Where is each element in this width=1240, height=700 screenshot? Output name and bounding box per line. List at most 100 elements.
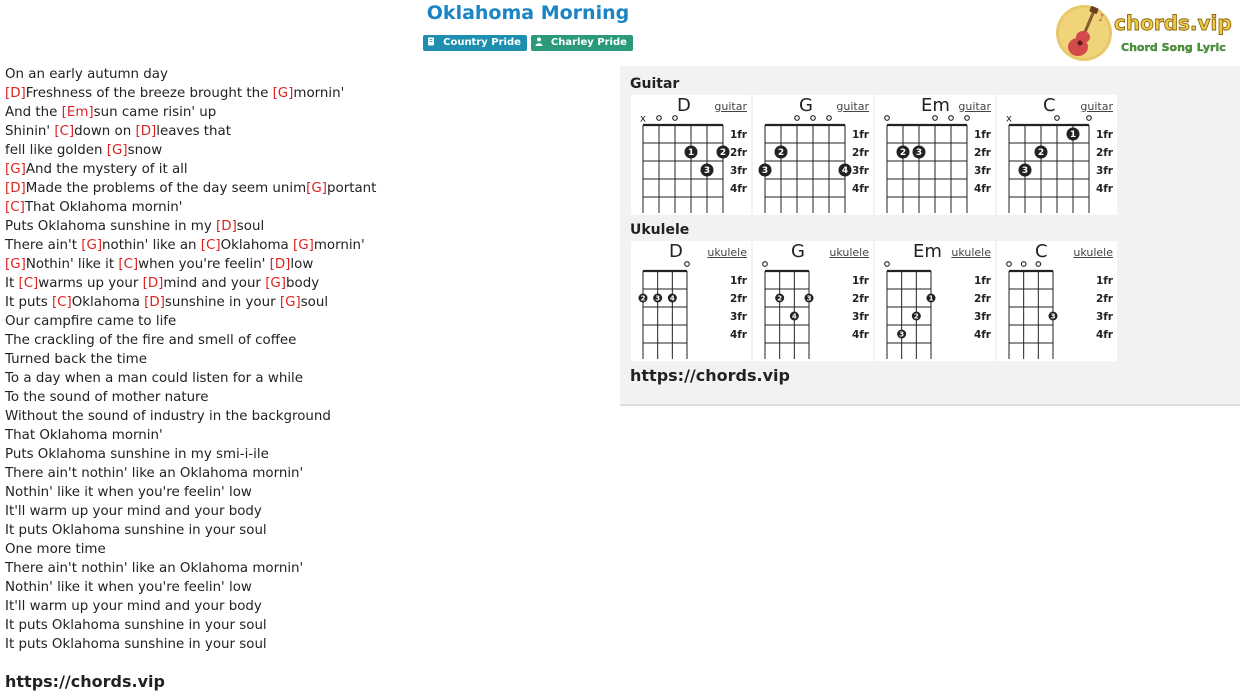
guitar-chord-card[interactable]: 1fr 2fr 3fr 4fr x 1 2 3 Cguitar (997, 95, 1117, 215)
lyric-text: leaves that (156, 124, 232, 139)
fret-label: 2fr (852, 293, 870, 305)
chord-marker[interactable]: [D] (5, 86, 26, 101)
lyric-text: soul (300, 295, 329, 310)
finger-number: 2 (914, 313, 919, 321)
open-string-marker (1086, 115, 1092, 121)
lyric-text: It'll warm up your mind and your body (5, 599, 262, 614)
ukulele-chord-card[interactable]: 1fr 2fr 3fr 4fr 1 2 3 Em ukulele (875, 241, 995, 361)
chord-marker[interactable]: [Em] (62, 105, 94, 120)
ukulele-chord-card[interactable]: 1fr 2fr 3fr 4fr 3 Cukulele (997, 241, 1117, 361)
chord-marker[interactable]: [D] (135, 124, 156, 139)
lyric-line: To the sound of mother nature (5, 388, 605, 407)
lyric-line: [G]Nothin' like it [C]when you're feelin… (5, 255, 605, 274)
panel-source-link[interactable]: https://chords.vip (630, 366, 790, 385)
lyrics-source-link[interactable]: https://chords.vip (5, 672, 165, 691)
chord-marker[interactable]: [D] (270, 257, 291, 272)
ukulele-chord-card[interactable]: 1fr 2fr 3fr 4fr 2 3 4 Gukulele (753, 241, 873, 361)
chord-marker[interactable]: [C] (5, 200, 25, 215)
guitar-chord-link[interactable]: guitar (1080, 100, 1113, 113)
ukulele-chord-card[interactable]: 1fr 2fr 3fr 4fr 2 3 4 Dukulele (631, 241, 751, 361)
guitar-chord-link[interactable]: guitar (958, 100, 991, 113)
chord-marker[interactable]: [G] (280, 295, 301, 310)
guitar-chord-link[interactable]: guitar (836, 100, 869, 113)
chord-marker[interactable]: [G] (293, 238, 314, 253)
lyric-line: It'll warm up your mind and your body (5, 597, 605, 616)
lyric-line: [G]And the mystery of it all (5, 160, 605, 179)
lyric-text: fell like golden (5, 143, 107, 158)
chord-marker[interactable]: [C] (52, 295, 72, 310)
guitar-chord-card[interactable]: 1fr 2fr 3fr 4fr 2 3 Em guitar (875, 95, 995, 215)
chord-marker[interactable]: [D] (144, 295, 165, 310)
guitar-chord-card[interactable]: 1fr 2fr 3fr 4fr 2 3 4 Gguitar (753, 95, 873, 215)
chord-marker[interactable]: [G] (81, 238, 102, 253)
chord-marker[interactable]: [D] (216, 219, 237, 234)
lyric-line: It puts Oklahoma sunshine in your soul (5, 635, 605, 654)
lyric-line: Nothin' like it when you're feelin' low (5, 578, 605, 597)
guitar-chord-card[interactable]: 1fr 2fr 3fr 4fr x 1 2 3 Dguitar (631, 95, 751, 215)
lyric-line: Our campfire came to life (5, 312, 605, 331)
lyric-text: That Oklahoma mornin' (24, 200, 183, 215)
finger-number: 2 (1038, 148, 1044, 158)
chord-marker[interactable]: [C] (201, 238, 221, 253)
artist-badge[interactable]: Charley Pride (530, 35, 633, 51)
open-string-marker (964, 115, 970, 121)
lyric-line: On an early autumn day (5, 65, 605, 84)
chord-marker[interactable]: [G] (5, 257, 26, 272)
open-string-marker (1006, 261, 1012, 267)
lyric-text: It puts Oklahoma sunshine in your soul (5, 523, 267, 538)
lyric-text: mornin' (293, 86, 345, 101)
lyric-text: nothin' like an (102, 238, 201, 253)
ukulele-chord-link[interactable]: ukulele (1073, 246, 1113, 259)
lyric-line: To a day when a man could listen for a w… (5, 369, 605, 388)
chord-panel: Guitar 1fr 2fr 3fr 4fr x 1 2 3 Dguitar 1fr 2fr 3fr 4… (620, 66, 1240, 406)
finger-number: 3 (655, 295, 660, 303)
song-title[interactable]: Oklahoma Morning (0, 2, 1056, 24)
fret-label: 3fr (852, 311, 870, 323)
chord-marker[interactable]: [C] (54, 124, 74, 139)
lyric-text: Shinin' (5, 124, 55, 139)
chord-marker[interactable]: [G] (273, 86, 294, 101)
finger-number: 2 (777, 295, 782, 303)
chord-marker[interactable]: [G] (5, 162, 26, 177)
fret-label: 4fr (974, 183, 992, 195)
lyric-text: mind and your (163, 276, 266, 291)
fret-label: 1fr (974, 129, 992, 141)
chord-marker[interactable]: [G] (107, 143, 128, 158)
ukulele-chord-link[interactable]: ukulele (707, 246, 747, 259)
fret-label: 2fr (974, 293, 992, 305)
fret-label: 3fr (1096, 165, 1114, 177)
finger-number: 1 (929, 295, 934, 303)
ukulele-chord-link[interactable]: ukulele (829, 246, 869, 259)
chord-marker[interactable]: [D] (5, 181, 26, 196)
lyric-text: Turned back the time (5, 352, 147, 367)
chord-marker[interactable]: [G] (306, 181, 327, 196)
chord-marker[interactable]: [C] (118, 257, 138, 272)
open-string-marker (794, 115, 800, 121)
chord-marker[interactable]: [C] (18, 276, 38, 291)
fret-label: 1fr (730, 275, 748, 287)
lyric-text: mornin' (313, 238, 365, 253)
lyric-line: It puts Oklahoma sunshine in your soul (5, 616, 605, 635)
lyric-text: Nothin' like it when you're feelin' low (5, 580, 252, 595)
lyric-text: sun came risin' up (93, 105, 217, 120)
lyric-line: [D]Made the problems of the day seem uni… (5, 179, 605, 198)
lyric-text: It puts Oklahoma sunshine in your soul (5, 618, 267, 633)
finger-number: 3 (1051, 313, 1056, 321)
fret-label: 1fr (852, 129, 870, 141)
open-string-marker (826, 115, 832, 121)
fret-label: 1fr (852, 275, 870, 287)
fret-label: 2fr (1096, 147, 1114, 159)
genre-badge[interactable]: Country Pride (423, 35, 527, 51)
lyric-text: Nothin' like it when you're feelin' low (5, 485, 252, 500)
site-logo[interactable]: ♪ chords.vip Chord Song Lyric (1054, 3, 1234, 63)
guitar-chord-link[interactable]: guitar (714, 100, 747, 113)
chord-marker[interactable]: [D] (143, 276, 164, 291)
fret-label: 2fr (974, 147, 992, 159)
book-icon (428, 37, 435, 46)
open-string-marker (672, 115, 678, 121)
lyric-text: Without the sound of industry in the bac… (5, 409, 331, 424)
lyric-text: soul (236, 219, 265, 234)
fret-label: 4fr (852, 183, 870, 195)
chord-marker[interactable]: [G] (265, 276, 286, 291)
ukulele-chord-link[interactable]: ukulele (951, 246, 991, 259)
